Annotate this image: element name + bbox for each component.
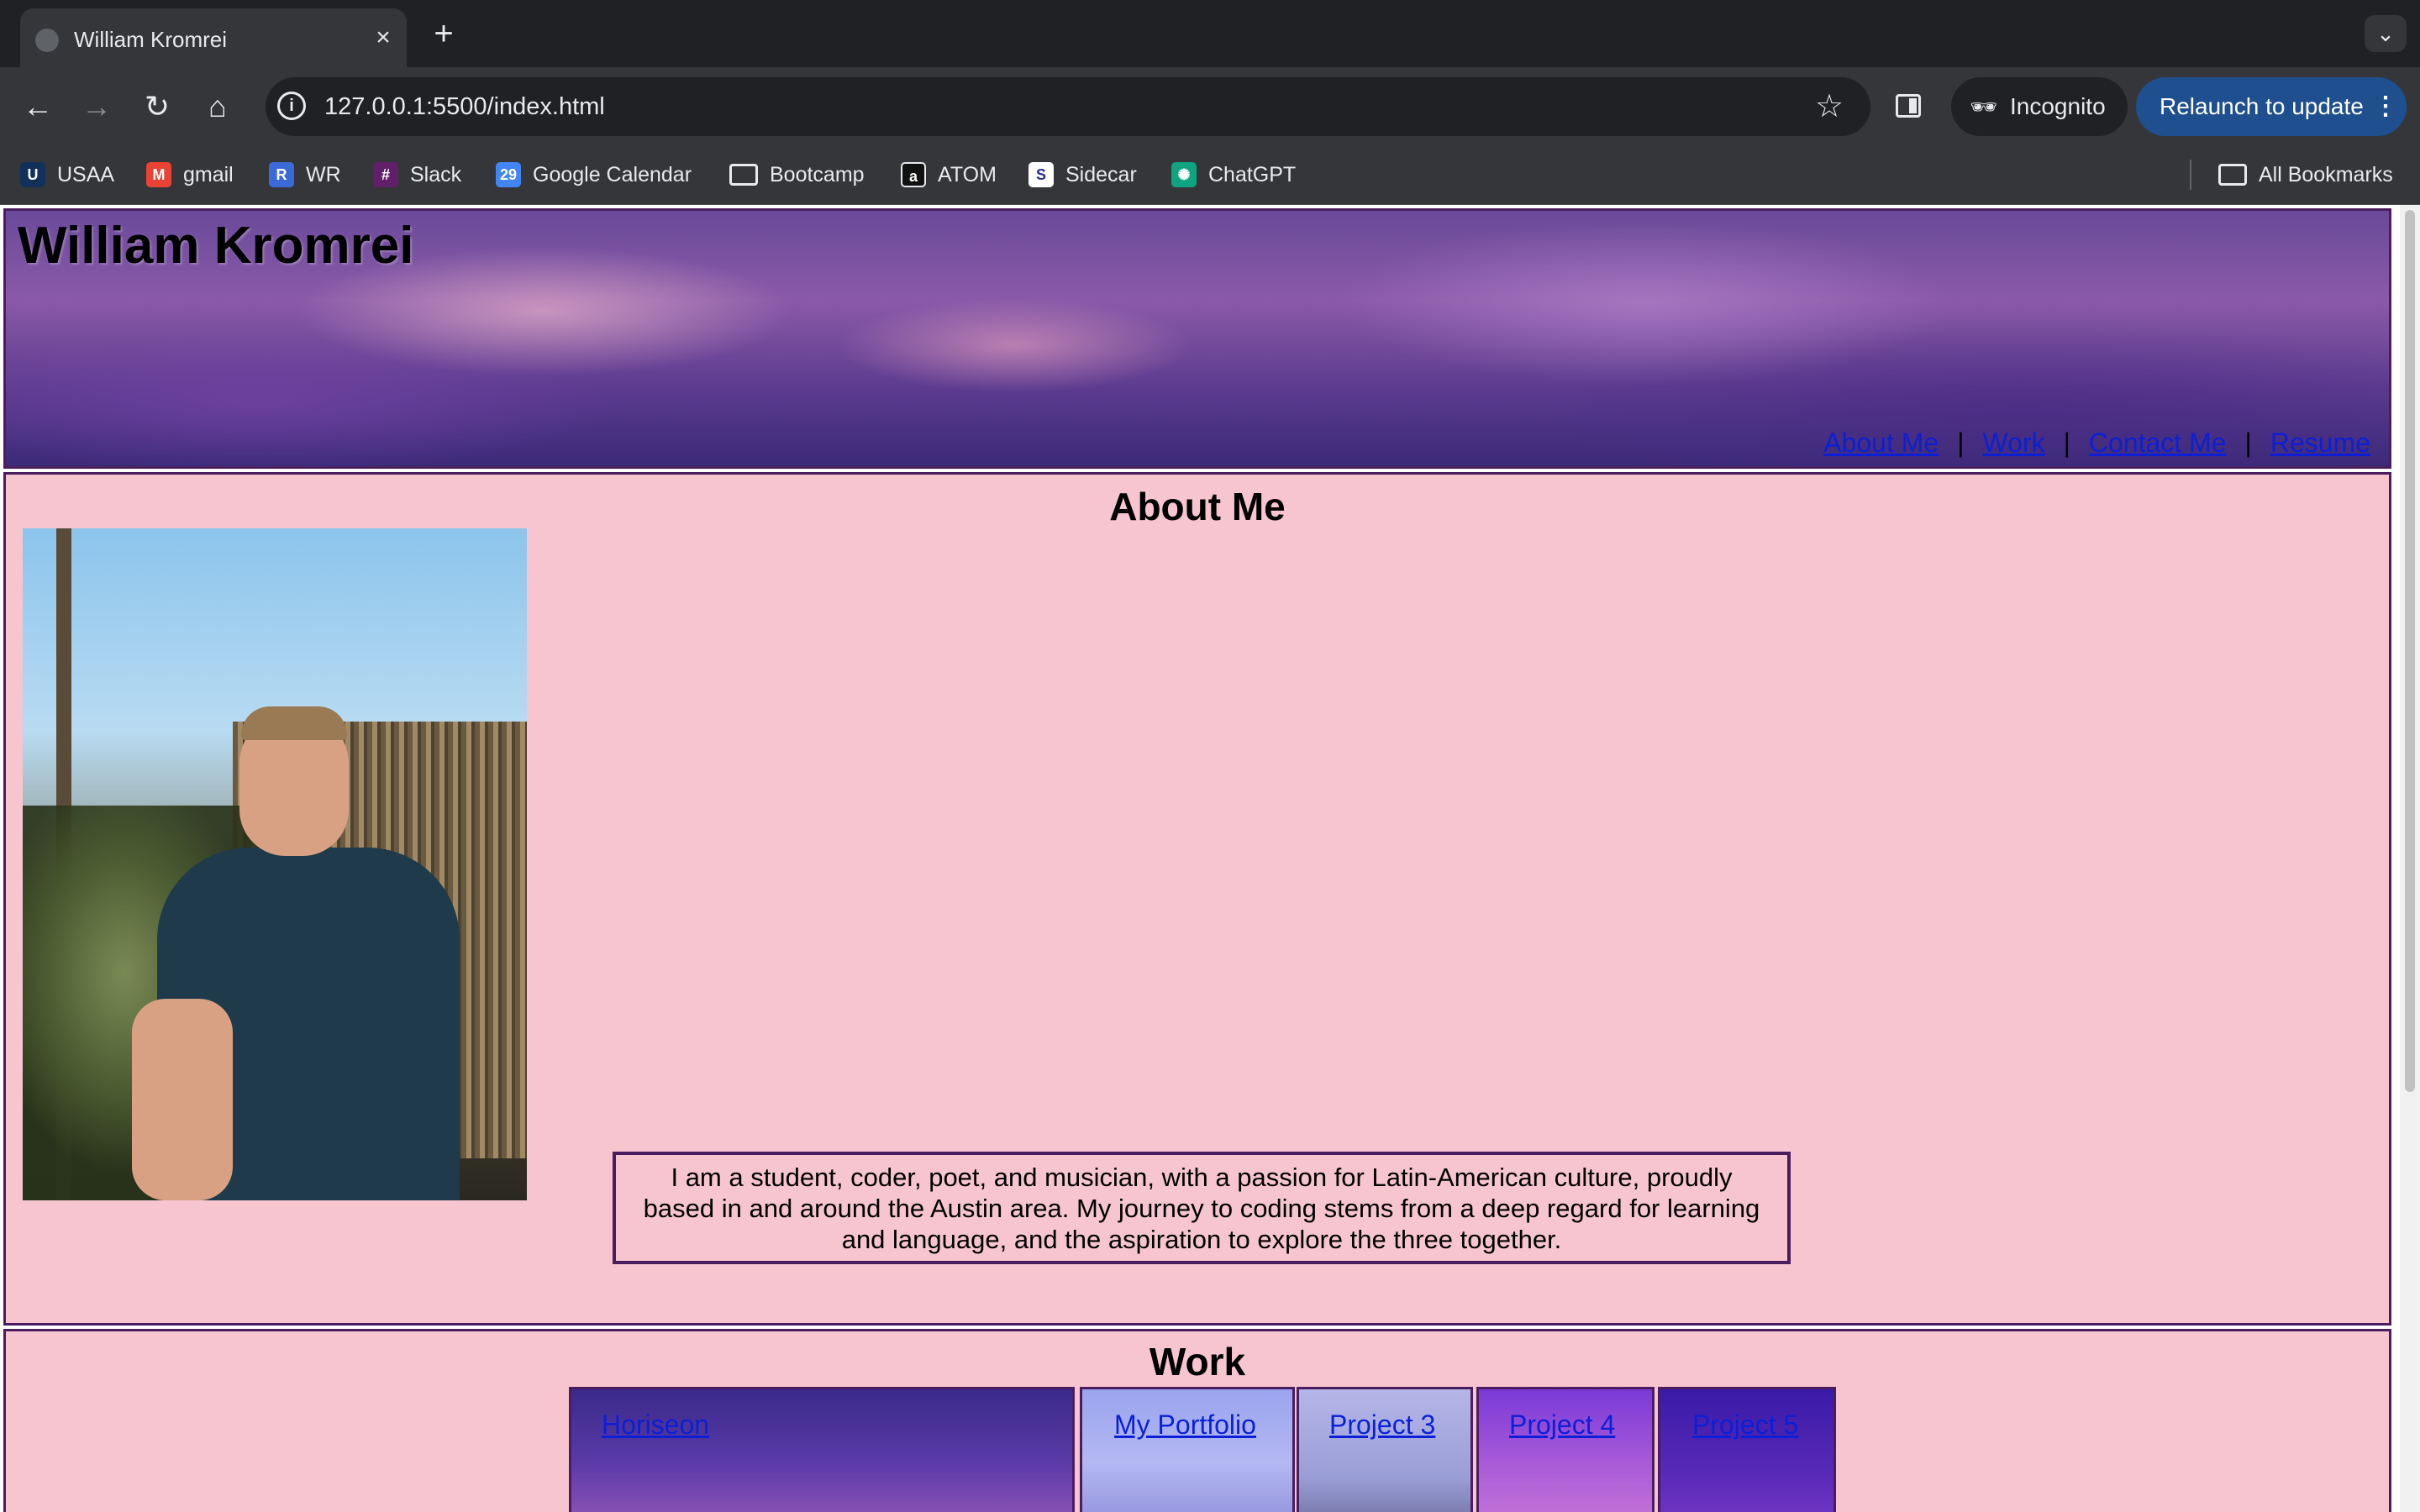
nav-link-contact[interactable]: Contact Me	[2089, 424, 2227, 461]
usaa-icon: U	[20, 162, 45, 187]
about-heading: About Me	[1109, 485, 1286, 528]
project-card-portfolio: My Portfolio	[1080, 1387, 1295, 1512]
incognito-icon: 🕶	[1970, 94, 1998, 119]
all-bookmarks[interactable]: All Bookmarks	[2218, 156, 2393, 193]
nav-separator: |	[1957, 428, 1965, 458]
nav-separator: |	[2244, 428, 2252, 458]
project-link[interactable]: Project 3	[1329, 1408, 1435, 1441]
slack-icon: #	[373, 162, 398, 187]
scrollbar-thumb[interactable]	[2405, 210, 2415, 1092]
calendar-icon: 29	[496, 162, 521, 187]
nav-link-about[interactable]: About Me	[1823, 424, 1939, 461]
page-scrollbar[interactable]	[2400, 205, 2420, 1512]
bookmark-label: Bootcamp	[770, 163, 865, 186]
bookmark-label: ChatGPT	[1208, 163, 1297, 186]
bookmark-google-calendar[interactable]: 29 Google Calendar	[496, 156, 692, 193]
bookmark-label: Sidecar	[1065, 163, 1137, 186]
url-text[interactable]: 127.0.0.1:5500/index.html	[324, 89, 605, 124]
browser-tab[interactable]: William Kromrei ×	[20, 8, 407, 67]
page-viewport: William Kromrei About Me | Work | Contac…	[0, 205, 2420, 1512]
project-link[interactable]: Project 5	[1692, 1408, 1798, 1441]
tab-title: William Kromrei	[74, 27, 227, 52]
menu-kebab-icon[interactable]: ⋮	[2373, 89, 2398, 124]
project-card-5: Project 5	[1658, 1387, 1836, 1512]
bookmark-gmail[interactable]: M gmail	[146, 156, 234, 193]
bio-box: I am a student, coder, poet, and musicia…	[613, 1152, 1791, 1264]
bookmark-usaa[interactable]: U USAA	[20, 156, 114, 193]
site-title: William Kromrei	[18, 217, 414, 275]
gmail-icon: M	[146, 162, 171, 187]
project-card-4: Project 4	[1476, 1387, 1655, 1512]
forward-button[interactable]: →	[76, 86, 118, 128]
back-button[interactable]: ←	[17, 86, 59, 128]
project-link[interactable]: My Portfolio	[1114, 1408, 1256, 1441]
browser-toolbar: ← → ↻ ⌂ i 127.0.0.1:5500/index.html ☆ 🕶 …	[0, 67, 2420, 144]
close-icon[interactable]: ×	[366, 21, 400, 55]
atom-icon: a	[901, 162, 926, 187]
bookmarks-divider	[2190, 160, 2191, 190]
project-card-3: Project 3	[1297, 1387, 1473, 1512]
bookmarks-bar: U USAA M gmail R WR # Slack 29 Google Ca…	[0, 144, 2420, 205]
project-link[interactable]: Project 4	[1509, 1408, 1615, 1441]
nav-separator: |	[2063, 428, 2070, 458]
work-section: Work Horiseon My Portfolio Project 3 Pro…	[3, 1329, 2391, 1512]
folder-icon	[2218, 164, 2247, 186]
bookmark-chatgpt[interactable]: ✺ ChatGPT	[1171, 156, 1296, 193]
bookmark-label: Slack	[410, 163, 462, 186]
chatgpt-icon: ✺	[1171, 162, 1197, 187]
work-heading: Work	[1149, 1340, 1246, 1383]
bookmark-label: gmail	[183, 163, 234, 186]
bookmark-wr[interactable]: R WR	[269, 156, 341, 193]
bookmark-label: USAA	[57, 163, 115, 186]
sidecar-icon: S	[1028, 162, 1054, 187]
bookmark-label: ATOM	[938, 163, 997, 186]
site-info-icon[interactable]: i	[277, 92, 306, 120]
site-header: William Kromrei About Me | Work | Contac…	[3, 208, 2391, 469]
wr-icon: R	[269, 162, 294, 187]
project-link[interactable]: Horiseon	[602, 1408, 709, 1441]
bookmark-sidecar[interactable]: S Sidecar	[1028, 156, 1137, 193]
tab-strip: William Kromrei × + ⌄	[0, 0, 2420, 67]
incognito-indicator[interactable]: 🕶 Incognito	[1951, 77, 2128, 136]
nav-link-resume[interactable]: Resume	[2270, 424, 2370, 461]
about-section: About Me I am a student, coder, poet, an…	[3, 472, 2391, 1326]
side-panel-icon[interactable]	[1896, 94, 1921, 118]
folder-icon	[729, 164, 758, 186]
bookmark-slack[interactable]: # Slack	[373, 156, 461, 193]
bookmark-label: Google Calendar	[533, 163, 692, 186]
nav-link-work[interactable]: Work	[1983, 424, 2045, 461]
new-tab-button[interactable]: +	[425, 15, 462, 52]
all-bookmarks-label: All Bookmarks	[2259, 163, 2393, 186]
reload-button[interactable]: ↻	[136, 86, 178, 128]
bio-text: I am a student, coder, poet, and musicia…	[643, 1163, 1760, 1254]
top-nav: About Me | Work | Contact Me | Resume	[1823, 424, 2370, 461]
home-button[interactable]: ⌂	[197, 86, 239, 128]
bookmark-bootcamp[interactable]: Bootcamp	[729, 156, 865, 193]
bookmark-label: WR	[306, 163, 341, 186]
relaunch-button[interactable]: Relaunch to update ⋮	[2136, 77, 2407, 136]
bookmark-star-icon[interactable]: ☆	[1810, 87, 1849, 126]
profile-photo	[23, 528, 527, 1200]
relaunch-label: Relaunch to update	[2160, 93, 2364, 119]
globe-icon	[35, 29, 59, 52]
bookmark-atom[interactable]: a ATOM	[901, 156, 997, 193]
address-bar[interactable]: i 127.0.0.1:5500/index.html ☆	[266, 77, 1870, 136]
tab-search-button[interactable]: ⌄	[2365, 15, 2407, 52]
incognito-label: Incognito	[2010, 93, 2106, 119]
project-card-horiseon: Horiseon	[569, 1387, 1075, 1512]
